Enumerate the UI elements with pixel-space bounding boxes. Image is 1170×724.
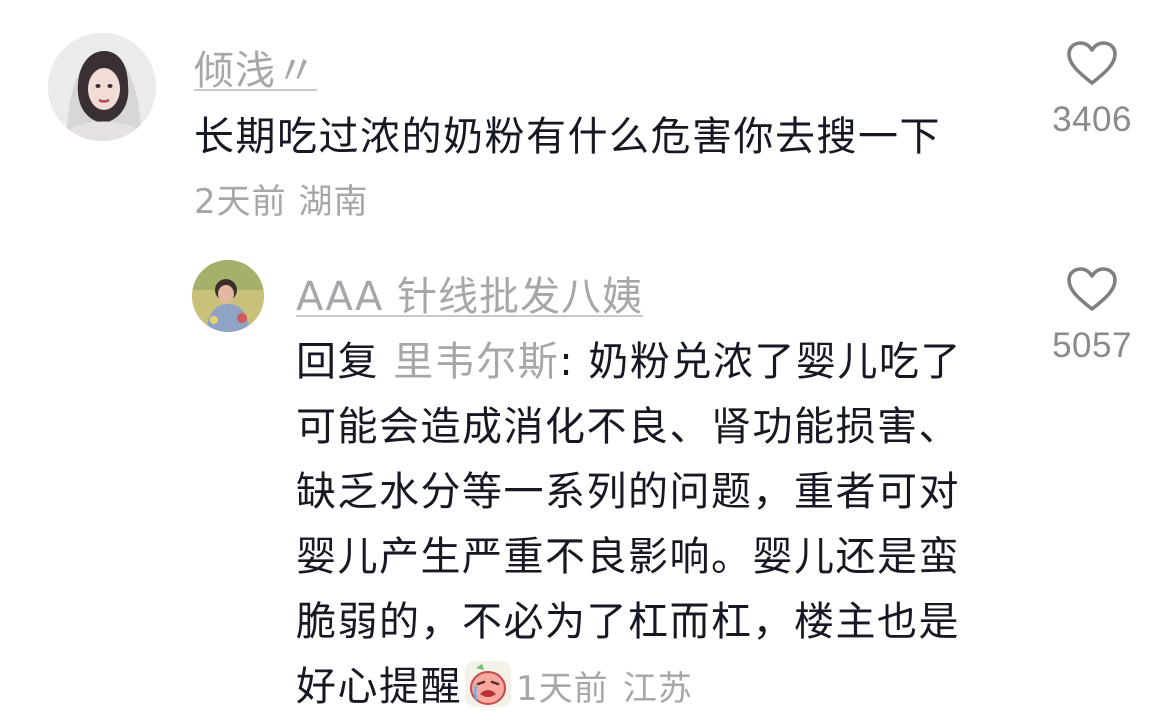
like-button[interactable]: 3406 (1044, 40, 1140, 140)
like-button[interactable]: 5057 (1044, 266, 1140, 366)
reply-text[interactable]: 回复 里韦尔斯: 奶粉兑浓了婴儿吃了可能会造成消化不良、肾功能损害、缺乏水分等一… (296, 330, 996, 722)
avatar-image (48, 33, 156, 141)
reply-location: 江苏 (622, 669, 693, 709)
comment-meta: 2天前 湖南 (194, 174, 368, 223)
like-count: 5057 (1052, 326, 1132, 365)
user-avatar[interactable] (48, 33, 156, 141)
reply-user-avatar[interactable] (192, 260, 264, 332)
like-count: 3406 (1052, 100, 1132, 139)
reply-username[interactable]: AAA 针线批发八姨 (296, 264, 643, 322)
avatar-image (192, 260, 264, 332)
comment-time: 2天前 (194, 182, 287, 222)
reply-body: : 奶粉兑浓了婴儿吃了可能会造成消化不良、肾功能损害、缺乏水分等一系列的问题，重… (296, 339, 962, 710)
heart-outline-icon[interactable] (1066, 266, 1118, 312)
heart-outline-icon[interactable] (1066, 40, 1118, 86)
reply-time: 1天前 (516, 669, 609, 709)
reply-prefix: 回复 (296, 339, 379, 385)
comment-location: 湖南 (298, 182, 369, 222)
reply-target-username[interactable]: 里韦尔斯 (393, 339, 559, 385)
crying-face-emoji (465, 661, 511, 707)
comment-text[interactable]: 长期吃过浓的奶粉有什么危害你去搜一下 (194, 104, 1014, 162)
comment-username[interactable]: 倾浅〃 (194, 38, 317, 96)
